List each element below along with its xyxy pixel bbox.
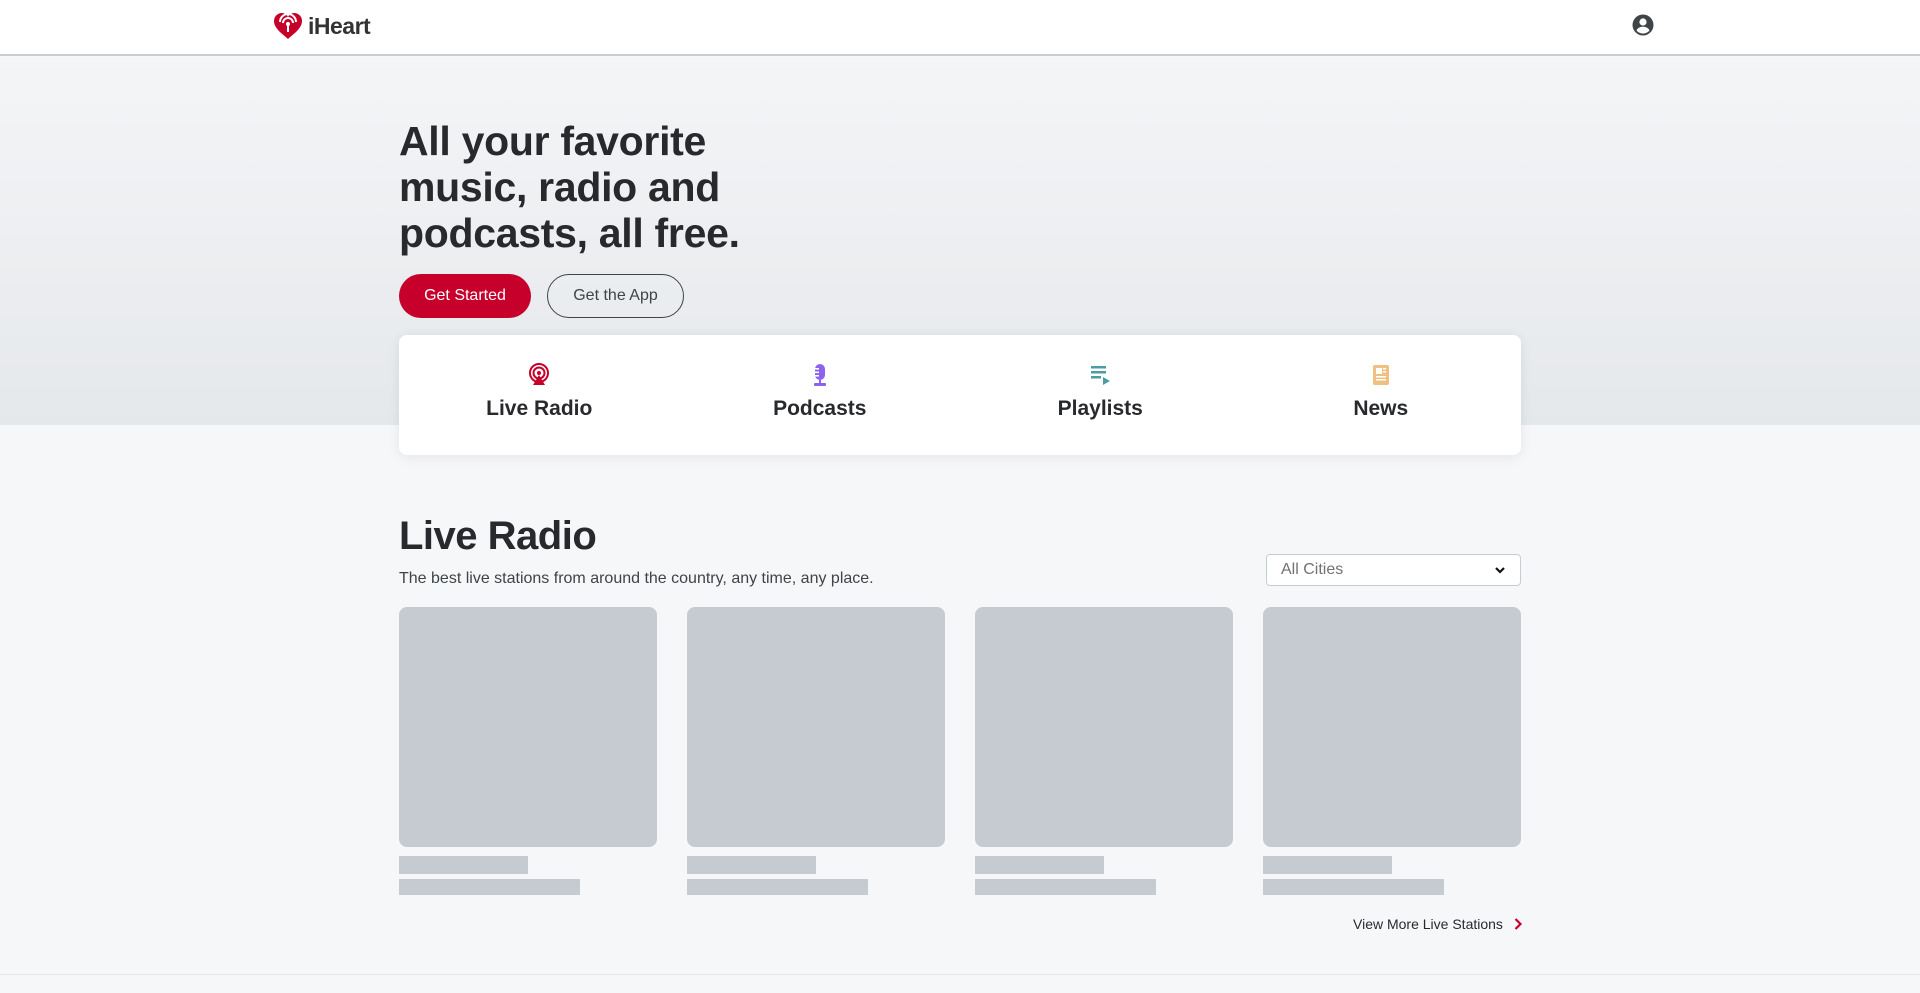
station-tile-placeholder[interactable] — [975, 607, 1233, 895]
iheart-logo[interactable]: iHeart — [270, 12, 371, 40]
playlist-icon — [1091, 366, 1111, 385]
section-divider — [0, 974, 1920, 975]
station-tiles — [399, 607, 1521, 895]
microphone-icon — [813, 364, 826, 386]
city-filter-value: All Cities — [1281, 561, 1344, 578]
category-label: Playlists — [1057, 397, 1143, 420]
view-more-live-stations-link[interactable]: View More Live Stations — [1353, 916, 1523, 932]
brand-name: iHeart — [308, 12, 371, 39]
station-description-skeleton — [1263, 879, 1444, 895]
hero-title: All your favorite music, radio and podca… — [399, 118, 740, 256]
category-live-radio[interactable]: Live Radio — [399, 335, 680, 455]
station-tile-placeholder[interactable] — [399, 607, 657, 895]
category-label: Live Radio — [486, 397, 593, 420]
category-nav-card: Live Radio Podcasts Playlists News — [399, 335, 1521, 455]
station-tile-placeholder[interactable] — [1263, 607, 1521, 895]
station-tile-placeholder[interactable] — [687, 607, 945, 895]
station-title-skeleton — [687, 856, 816, 874]
station-title-skeleton — [1263, 856, 1392, 874]
chevron-right-icon — [1514, 918, 1522, 930]
station-image-skeleton — [975, 607, 1233, 847]
station-image-skeleton — [687, 607, 945, 847]
station-image-skeleton — [399, 607, 657, 847]
chevron-down-icon — [1495, 567, 1505, 574]
broadcast-tower-icon — [529, 363, 550, 385]
station-description-skeleton — [687, 879, 868, 895]
get-started-button[interactable]: Get Started — [399, 274, 531, 318]
live-radio-subtitle: The best live stations from around the c… — [399, 570, 874, 587]
account-circle-icon — [1632, 14, 1654, 36]
category-podcasts[interactable]: Podcasts — [680, 335, 961, 455]
station-description-skeleton — [399, 879, 580, 895]
city-filter-select[interactable]: All Cities — [1266, 554, 1521, 586]
account-button[interactable] — [1632, 14, 1654, 36]
get-the-app-button[interactable]: Get the App — [547, 274, 684, 318]
category-playlists[interactable]: Playlists — [960, 335, 1241, 455]
station-title-skeleton — [399, 856, 528, 874]
iheart-logo-icon — [274, 13, 302, 39]
newspaper-icon — [1372, 365, 1389, 385]
live-radio-title: Live Radio — [399, 514, 597, 558]
station-title-skeleton — [975, 856, 1104, 874]
category-news[interactable]: News — [1241, 335, 1522, 455]
top-navigation-bar: iHeart — [0, 0, 1920, 56]
view-more-label: View More Live Stations — [1353, 916, 1503, 932]
category-label: News — [1353, 397, 1409, 420]
category-label: Podcasts — [773, 397, 867, 420]
station-image-skeleton — [1263, 607, 1521, 847]
station-description-skeleton — [975, 879, 1156, 895]
